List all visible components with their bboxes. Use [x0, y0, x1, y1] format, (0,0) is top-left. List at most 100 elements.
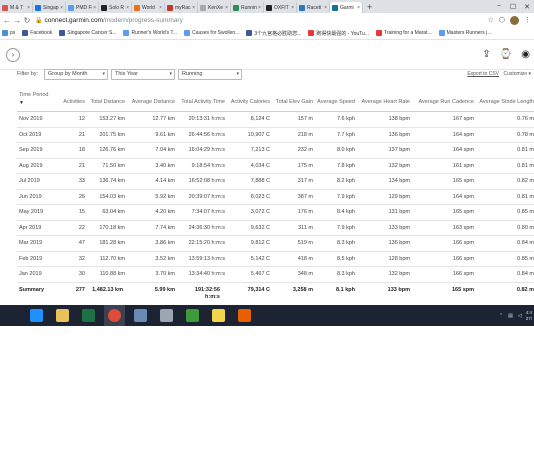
browser-tab[interactable]: OXFIT × [264, 2, 297, 13]
browser-tab[interactable]: myRac × [165, 2, 198, 13]
taskbar-app-excel[interactable] [78, 305, 99, 326]
new-tab-button[interactable]: + [367, 2, 372, 13]
tab-favicon-icon [332, 4, 338, 11]
table-row[interactable]: Mar 2019 47 181.28 km 3.86 km 22:15:20 h:m:s… [17, 236, 534, 252]
table-row[interactable]: Jul 2019 33 136.74 km 4.14 km 16:52:08 h:m:s… [17, 174, 534, 190]
filter-bar: Filter by: Group by Month ▾ This Year ▾ Ru… [0, 67, 534, 81]
bookmark-item[interactable]: Causes for Swollen... [184, 30, 239, 36]
table-cell: 132 bpm [388, 162, 410, 169]
table-row[interactable]: Nov 2019 12 153.27 km 12.77 km 20:13:31 h:m:… [17, 112, 534, 128]
export-csv-link[interactable]: Export to CSV [467, 71, 499, 77]
bookmark-item[interactable]: Facebook [22, 30, 52, 36]
taskbar-app-calculator[interactable] [182, 305, 203, 326]
expand-nav-button[interactable]: › [6, 48, 20, 62]
table-row[interactable]: Oct 2019 21 201.75 km 9.61 km 26:44:56 h:m:s… [17, 128, 534, 143]
reload-icon[interactable]: ↻ [22, 16, 32, 25]
extension-icon[interactable]: ⬡ [499, 16, 505, 24]
column-header[interactable]: Average Stride Length [479, 88, 534, 111]
bookmark-favicon-icon [123, 30, 130, 36]
column-header-label: Total Elev Gain [276, 98, 313, 105]
close-icon[interactable]: × [27, 5, 30, 11]
tray-chevron-icon[interactable]: ⌃ [499, 313, 503, 319]
table-cell: 8.5 kph [336, 255, 355, 262]
close-icon[interactable]: × [258, 5, 261, 11]
table-row[interactable]: Sep 2019 18 126.76 km 7.04 km 16:04:29 h:m:s… [17, 143, 534, 159]
watch-icon[interactable]: ⌚ [500, 49, 512, 60]
taskbar-app-chrome[interactable] [104, 305, 125, 326]
table-row[interactable]: Jan 2019 30 110.88 km 3.70 km 13:34:40 h:m:s… [17, 267, 534, 283]
tab-favicon-icon [2, 4, 8, 11]
maximize-icon[interactable]: ☐ [506, 3, 520, 11]
group-by-select[interactable]: Group by Month ▾ [44, 68, 108, 80]
network-icon[interactable]: ▤ [508, 313, 513, 319]
close-icon[interactable]: × [60, 5, 63, 11]
address-bar: ← → ↻ 🔒 connect.garmin.com/modern/progre… [0, 13, 534, 27]
close-icon[interactable]: × [357, 5, 360, 11]
browser-tab[interactable]: PMD Fi × [66, 2, 99, 13]
table-row[interactable]: May 2019 15 63.04 km 4.20 km 7:34:07 h:m:s 3,… [17, 205, 534, 221]
minimize-icon[interactable]: − [492, 3, 506, 10]
upload-icon[interactable]: ⇪ [482, 49, 490, 60]
close-icon[interactable]: × [225, 5, 228, 11]
bookmark-item[interactable]: Training for a Marat... [376, 30, 432, 36]
column-header[interactable]: Total Elev Gain [275, 88, 313, 111]
table-cell: 519 m [297, 240, 313, 247]
browser-tab[interactable]: Singap × [33, 2, 66, 13]
browser-tab[interactable]: Runnin × [231, 2, 264, 13]
bookmark-item[interactable]: Runner's World's T... [123, 30, 177, 36]
column-header[interactable]: Average Run Cadence [418, 88, 474, 111]
table-row[interactable]: Aug 2019 21 71.50 km 3.40 km 9:18:54 h:m:s 4,… [17, 159, 534, 174]
bookmark-item[interactable]: 跑得快最强的 - YouTu... [308, 30, 369, 37]
taskbar-app-notes[interactable] [208, 305, 229, 326]
browser-tab[interactable]: KenXe × [198, 2, 231, 13]
close-icon[interactable]: × [324, 5, 327, 11]
period-select[interactable]: This Year ▾ [111, 68, 175, 80]
bookmark-item[interactable]: Singapore Cancer S... [59, 30, 116, 36]
close-icon[interactable]: × [159, 5, 162, 11]
browser-tab[interactable]: M & T × [0, 2, 33, 13]
star-icon[interactable]: ☆ [488, 16, 494, 24]
activity-select[interactable]: Running ▾ [178, 68, 242, 80]
browser-tab[interactable]: Raceti × [297, 2, 330, 13]
table-row[interactable]: Jun 2019 26 154.03 km 5.92 km 20:39:07 h:m:s… [17, 190, 534, 205]
table-cell: 7,888 C [250, 178, 270, 185]
browser-tab[interactable]: Solo R × [99, 2, 132, 13]
browser-tab[interactable]: Garmi × [330, 2, 363, 13]
table-cell: 166 spm [452, 271, 474, 278]
column-header[interactable]: Average Distance [132, 88, 175, 111]
start-button[interactable] [0, 305, 21, 326]
taskbar-app-ie[interactable] [26, 305, 47, 326]
browser-tab[interactable]: World × [132, 2, 165, 13]
column-header[interactable]: Activities [52, 88, 85, 111]
customize-button[interactable]: Customize ▾ [503, 71, 531, 77]
column-header[interactable]: Average Speed [317, 88, 355, 111]
close-icon[interactable]: × [93, 5, 96, 11]
column-header[interactable]: Total Activity Time [181, 88, 225, 111]
close-icon[interactable]: × [126, 5, 129, 11]
column-header[interactable]: Activity Calories [228, 88, 270, 111]
table-row[interactable]: Feb 2019 32 112.70 km 3.52 km 13:59:13 h:m:s… [17, 252, 534, 267]
taskbar-app-photos[interactable] [130, 305, 151, 326]
back-icon[interactable]: ← [2, 16, 12, 25]
profile-icon[interactable]: ◉ [521, 49, 530, 60]
taskbar-app-tool[interactable] [156, 305, 177, 326]
clock[interactable]: 4:4 27/ [526, 310, 532, 322]
forward-icon[interactable]: → [12, 16, 22, 25]
taskbar-app-explorer[interactable] [52, 305, 73, 326]
menu-icon[interactable]: ⋮ [524, 16, 531, 24]
url-field[interactable]: connect.garmin.com/modern/progress-summa… [44, 17, 482, 24]
bookmark-item[interactable]: ps [2, 30, 15, 36]
bookmark-item[interactable]: 3个九宫格必胜助您... [246, 30, 301, 37]
table-row[interactable]: Apr 2019 22 170.18 km 7.74 km 24:36:30 h:m:s… [17, 221, 534, 236]
bookmark-item[interactable]: Masters Runners |... [438, 30, 492, 36]
taskbar-app-firefox[interactable] [234, 305, 255, 326]
volume-icon[interactable]: ◁ [518, 313, 522, 319]
close-window-icon[interactable]: ✕ [520, 3, 534, 11]
close-icon[interactable]: × [291, 5, 294, 11]
sort-desc-icon[interactable]: ▼ [19, 100, 24, 107]
tab-label: Raceti [307, 4, 322, 11]
close-icon[interactable]: × [192, 5, 195, 11]
profile-avatar[interactable] [510, 15, 519, 25]
column-header[interactable]: Average Heart Rate [361, 88, 410, 111]
column-header[interactable]: Total Distance [85, 88, 125, 111]
